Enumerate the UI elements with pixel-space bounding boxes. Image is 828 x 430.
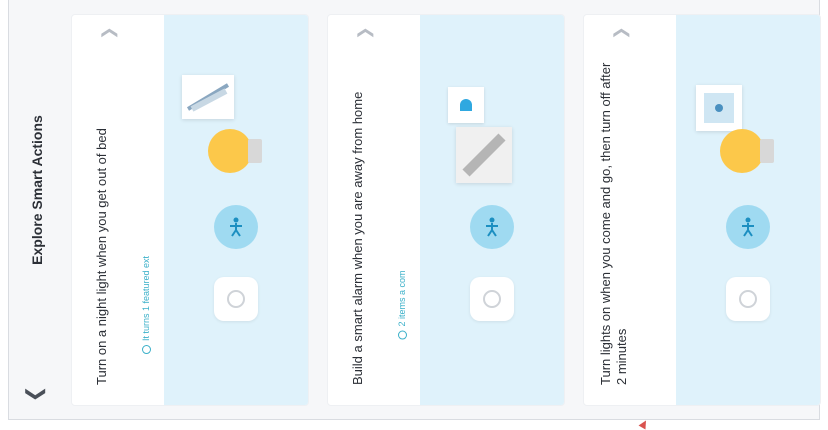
section-header: Explore Smart Actions ❯ [9,0,65,420]
bulb-icon [720,123,776,179]
card-meta-text: 2 items a com [397,270,407,327]
collapse-button[interactable]: ❯ [23,380,51,408]
card-illustration [420,15,564,405]
chevron-up-icon[interactable]: ❯ [355,26,375,39]
smart-plug-icon [214,277,258,321]
siren-icon [448,87,484,123]
card-meta-text: It turns 1 featured ext [141,255,151,342]
card-meta: It turns 1 featured ext [141,255,151,355]
section-title: Explore Smart Actions [29,115,45,265]
card-description: Turn lights on when you come and go, the… [598,62,629,385]
smart-actions-panel: Explore Smart Actions ❯ ❯ Turn on a nigh… [8,0,821,420]
chevron-up-icon[interactable]: ❯ [611,26,631,39]
chevron-down-icon: ❯ [25,385,48,403]
info-icon [397,330,407,340]
card-illustration [676,15,820,405]
card-meta: 2 items a com [397,270,407,340]
motion-sensor-icon [726,205,770,249]
smart-action-card-alarm[interactable]: ❯ Build a smart alarm when you are away … [327,14,565,406]
smart-plug-icon [726,277,770,321]
motion-sensor-icon [470,205,514,249]
bulb-icon [208,123,264,179]
card-text-area: ❯ Turn on a night light when you get out… [72,15,164,405]
cursor-marker [638,418,650,430]
info-icon [141,345,151,355]
smart-action-card-come-and-go[interactable]: ❯ Turn lights on when you come and go, t… [583,14,821,406]
home-alarm-photo-icon [456,127,512,183]
smart-action-card-night-light[interactable]: ❯ Turn on a night light when you get out… [71,14,309,406]
card-illustration [164,15,308,405]
card-text-area: ❯ Build a smart alarm when you are away … [328,15,420,405]
card-text-area: ❯ Turn lights on when you come and go, t… [584,15,676,405]
bed-photo-icon [182,75,234,119]
motion-sensor-icon [214,205,258,249]
card-description: Turn on a night light when you get out o… [94,128,109,385]
smart-plug-icon [470,277,514,321]
card-description: Build a smart alarm when you are away fr… [350,91,365,385]
chevron-up-icon[interactable]: ❯ [99,26,119,39]
